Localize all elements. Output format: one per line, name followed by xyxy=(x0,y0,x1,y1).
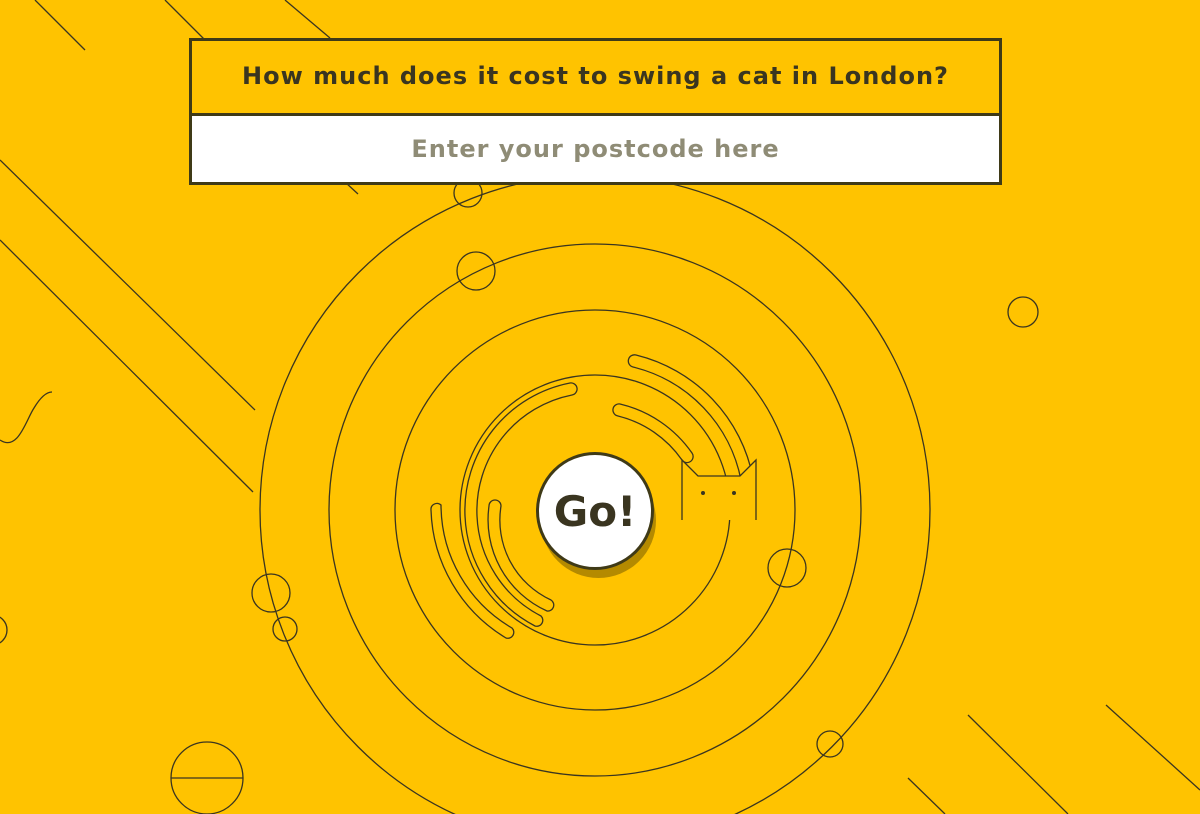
crescent-planet xyxy=(0,616,8,644)
diagonal-line xyxy=(34,0,86,51)
postcode-form: How much does it cost to swing a cat in … xyxy=(189,38,1002,185)
postcode-input[interactable] xyxy=(192,113,999,182)
diagonal-line xyxy=(907,777,946,814)
diagonal-line xyxy=(0,239,254,493)
question-heading: How much does it cost to swing a cat in … xyxy=(242,62,949,90)
cat-eye xyxy=(732,491,736,495)
cat-eye xyxy=(701,491,705,495)
diagonal-line xyxy=(967,714,1069,814)
swing-arc xyxy=(612,403,694,464)
go-button[interactable]: Go! xyxy=(536,452,654,570)
diagonal-line xyxy=(0,159,256,411)
floating-planet xyxy=(1007,296,1039,328)
squiggle xyxy=(0,391,53,444)
orbit-planet xyxy=(816,730,844,758)
diagonal-line xyxy=(1105,704,1200,791)
diagonal-line xyxy=(284,0,331,39)
cat-peeking-icon xyxy=(681,458,757,520)
orbit-planet xyxy=(456,251,496,291)
